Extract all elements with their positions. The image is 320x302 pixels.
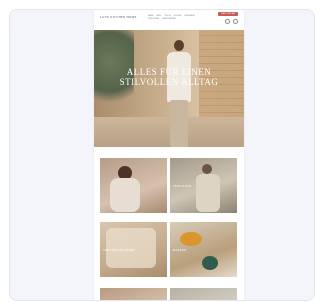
nav-item[interactable]: NEU: [157, 15, 162, 17]
hero-title-line-1: ALLES FÜR EINEN: [126, 67, 212, 77]
category-tile[interactable]: KERZEN: [170, 222, 237, 277]
site-logo[interactable]: LOVE KITCHEN HOME: [100, 15, 137, 19]
search-icon[interactable]: [225, 19, 230, 24]
category-row-2: SERVIERGESCHIRR KERZEN: [100, 222, 238, 277]
category-row-1: TEXTILIEN: [100, 158, 238, 213]
website-preview[interactable]: LOVE KITCHEN HOME SALE NEU TISCH KÜCHE W…: [94, 10, 244, 300]
nav-item[interactable]: GESCHENKE: [162, 18, 176, 20]
tile-label: KERZEN: [173, 248, 187, 252]
hero-title-line-2: STILVOLLEN ALLTAG: [119, 77, 219, 87]
category-tile[interactable]: SERVIERGESCHIRR: [100, 222, 167, 277]
category-tile[interactable]: [100, 158, 167, 213]
nav-item[interactable]: WOHNEN: [184, 15, 194, 17]
tile-candle-jar: [202, 256, 218, 270]
nav-item[interactable]: TEXTILIEN: [148, 18, 159, 20]
category-row-3: [100, 288, 238, 300]
tile-model-body: [196, 174, 220, 212]
preview-card: LOVE KITCHEN HOME SALE NEU TISCH KÜCHE W…: [9, 9, 315, 301]
nav-item[interactable]: KÜCHE: [174, 15, 182, 17]
tile-label: SERVIERGESCHIRR: [103, 248, 135, 252]
header-icons: [225, 19, 238, 24]
main-nav: SALE NEU TISCH KÜCHE WOHNEN TEXTILIEN GE…: [148, 15, 208, 20]
hero-banner[interactable]: ALLES FÜR EINEN STILVOLLEN ALLTAG: [94, 30, 244, 147]
nav-item[interactable]: SALE: [148, 15, 154, 17]
promo-badge[interactable]: SALE 30% AB: [218, 12, 238, 16]
site-header: LOVE KITCHEN HOME SALE NEU TISCH KÜCHE W…: [94, 10, 244, 30]
tile-model-body: [110, 178, 140, 212]
hero-floor: [94, 117, 244, 147]
hero-model-legs: [170, 100, 188, 147]
category-tile[interactable]: [100, 288, 167, 300]
hero-title: ALLES FÜR EINEN STILVOLLEN ALLTAG: [94, 67, 244, 87]
cart-icon[interactable]: [233, 19, 238, 24]
tile-label: TEXTILIEN: [173, 184, 192, 188]
category-tile[interactable]: TEXTILIEN: [170, 158, 237, 213]
category-tile[interactable]: [170, 288, 237, 300]
nav-item[interactable]: TISCH: [164, 15, 171, 17]
hero-model-head: [174, 40, 184, 51]
tile-candle-flame: [180, 232, 202, 246]
tile-model-head: [202, 164, 212, 174]
